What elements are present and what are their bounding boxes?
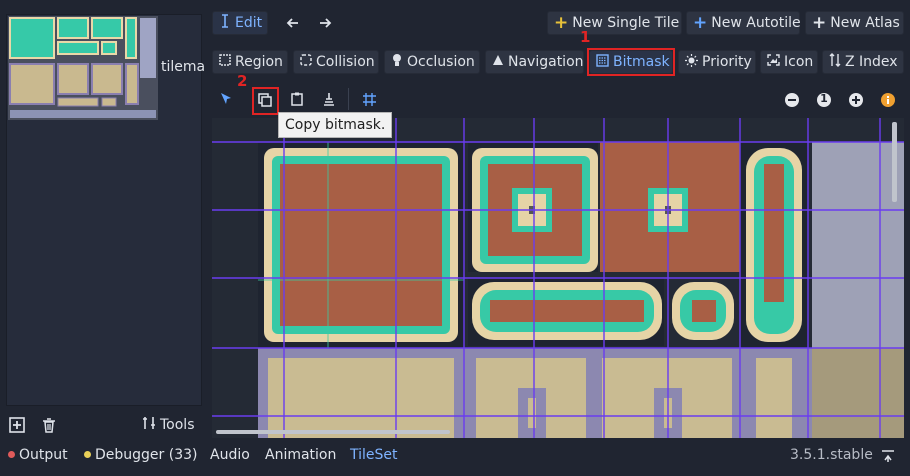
bitmask-highlight-box (587, 48, 675, 76)
new-autotile-button[interactable]: + New Autotile (686, 11, 801, 35)
copy-bitmask-tooltip: Copy bitmask. (278, 112, 393, 138)
mode-priority-button[interactable]: Priority (678, 50, 756, 74)
collision-icon (300, 54, 312, 70)
plus-icon: + (693, 13, 708, 33)
new-autotile-label: New Autotile (711, 15, 801, 31)
mode-occlusion-button[interactable]: Occlusion (384, 50, 480, 74)
icon-mode-icon (767, 54, 780, 70)
zindex-icon (829, 53, 841, 71)
debugger-status-dot (84, 451, 91, 458)
zoom-out-icon[interactable] (783, 91, 801, 109)
new-atlas-button[interactable]: + New Atlas (805, 11, 904, 35)
prev-arrow-icon[interactable] (284, 14, 302, 32)
mode-collision-button[interactable]: Collision (293, 50, 379, 74)
tile-list-panel: tilema Tools (0, 0, 208, 440)
clear-bitmask-icon[interactable] (320, 90, 338, 108)
snap-grid-icon[interactable] (360, 90, 378, 108)
edit-button[interactable]: Edit (212, 11, 268, 35)
tab-output[interactable]: Output (8, 447, 68, 463)
tab-audio[interactable]: Audio (210, 447, 250, 463)
mode-region-label: Region (235, 54, 283, 70)
mode-icon-button[interactable]: Icon (760, 50, 818, 74)
toolbar-separator (348, 88, 349, 110)
mode-zindex-label: Z Index (845, 54, 898, 70)
tools-label: Tools (160, 417, 195, 433)
navigation-icon (492, 54, 504, 70)
mode-navigation-button[interactable]: Navigation (485, 50, 584, 74)
annotation-marker-1: 1 (580, 28, 591, 46)
mode-region-button[interactable]: Region (212, 50, 288, 74)
tile-list[interactable]: tilema (6, 14, 206, 406)
info-icon[interactable] (879, 91, 897, 109)
paste-bitmask-icon[interactable] (288, 90, 306, 108)
tools-menu-button[interactable]: Tools (142, 416, 195, 434)
tab-debugger-label: Debugger (33) (95, 447, 198, 463)
copy-bitmask-highlight-box (252, 87, 279, 115)
edit-icon (219, 14, 231, 32)
zoom-reset-label: 1 (820, 92, 828, 105)
tileset-thumbnail-label: tilema (161, 59, 206, 75)
expand-panel-icon[interactable] (880, 448, 896, 464)
region-icon (219, 54, 231, 70)
plus-icon: + (554, 13, 569, 33)
plus-icon: + (812, 13, 827, 33)
tileset-thumbnail[interactable] (8, 16, 158, 120)
next-arrow-icon[interactable] (316, 14, 334, 32)
mode-zindex-button[interactable]: Z Index (822, 50, 904, 74)
tab-output-label: Output (19, 447, 68, 463)
mode-collision-label: Collision (316, 54, 375, 70)
edit-label: Edit (235, 15, 263, 31)
version-label: 3.5.1.stable (790, 447, 873, 463)
mode-navigation-label: Navigation (508, 54, 584, 70)
annotation-marker-2: 2 (237, 72, 248, 90)
zoom-in-icon[interactable] (847, 91, 865, 109)
tab-animation[interactable]: Animation (265, 447, 336, 463)
mode-occlusion-label: Occlusion (407, 54, 475, 70)
output-status-dot (8, 451, 15, 458)
light-bulb-icon (391, 53, 403, 71)
new-atlas-label: New Atlas (830, 15, 900, 31)
sun-icon (685, 53, 698, 71)
tab-debugger[interactable]: Debugger (33) (84, 447, 197, 463)
tools-icon (142, 416, 156, 434)
select-pointer-icon[interactable] (217, 90, 235, 108)
tab-tileset[interactable]: TileSet (350, 447, 398, 463)
mode-icon-label: Icon (784, 54, 814, 70)
remove-texture-icon[interactable] (40, 416, 58, 434)
zoom-reset-button[interactable]: 1 (815, 91, 833, 109)
new-single-tile-button[interactable]: + New Single Tile (547, 11, 682, 35)
tileset-canvas[interactable] (212, 118, 904, 438)
mode-priority-label: Priority (702, 54, 752, 70)
add-texture-icon[interactable] (8, 416, 26, 434)
